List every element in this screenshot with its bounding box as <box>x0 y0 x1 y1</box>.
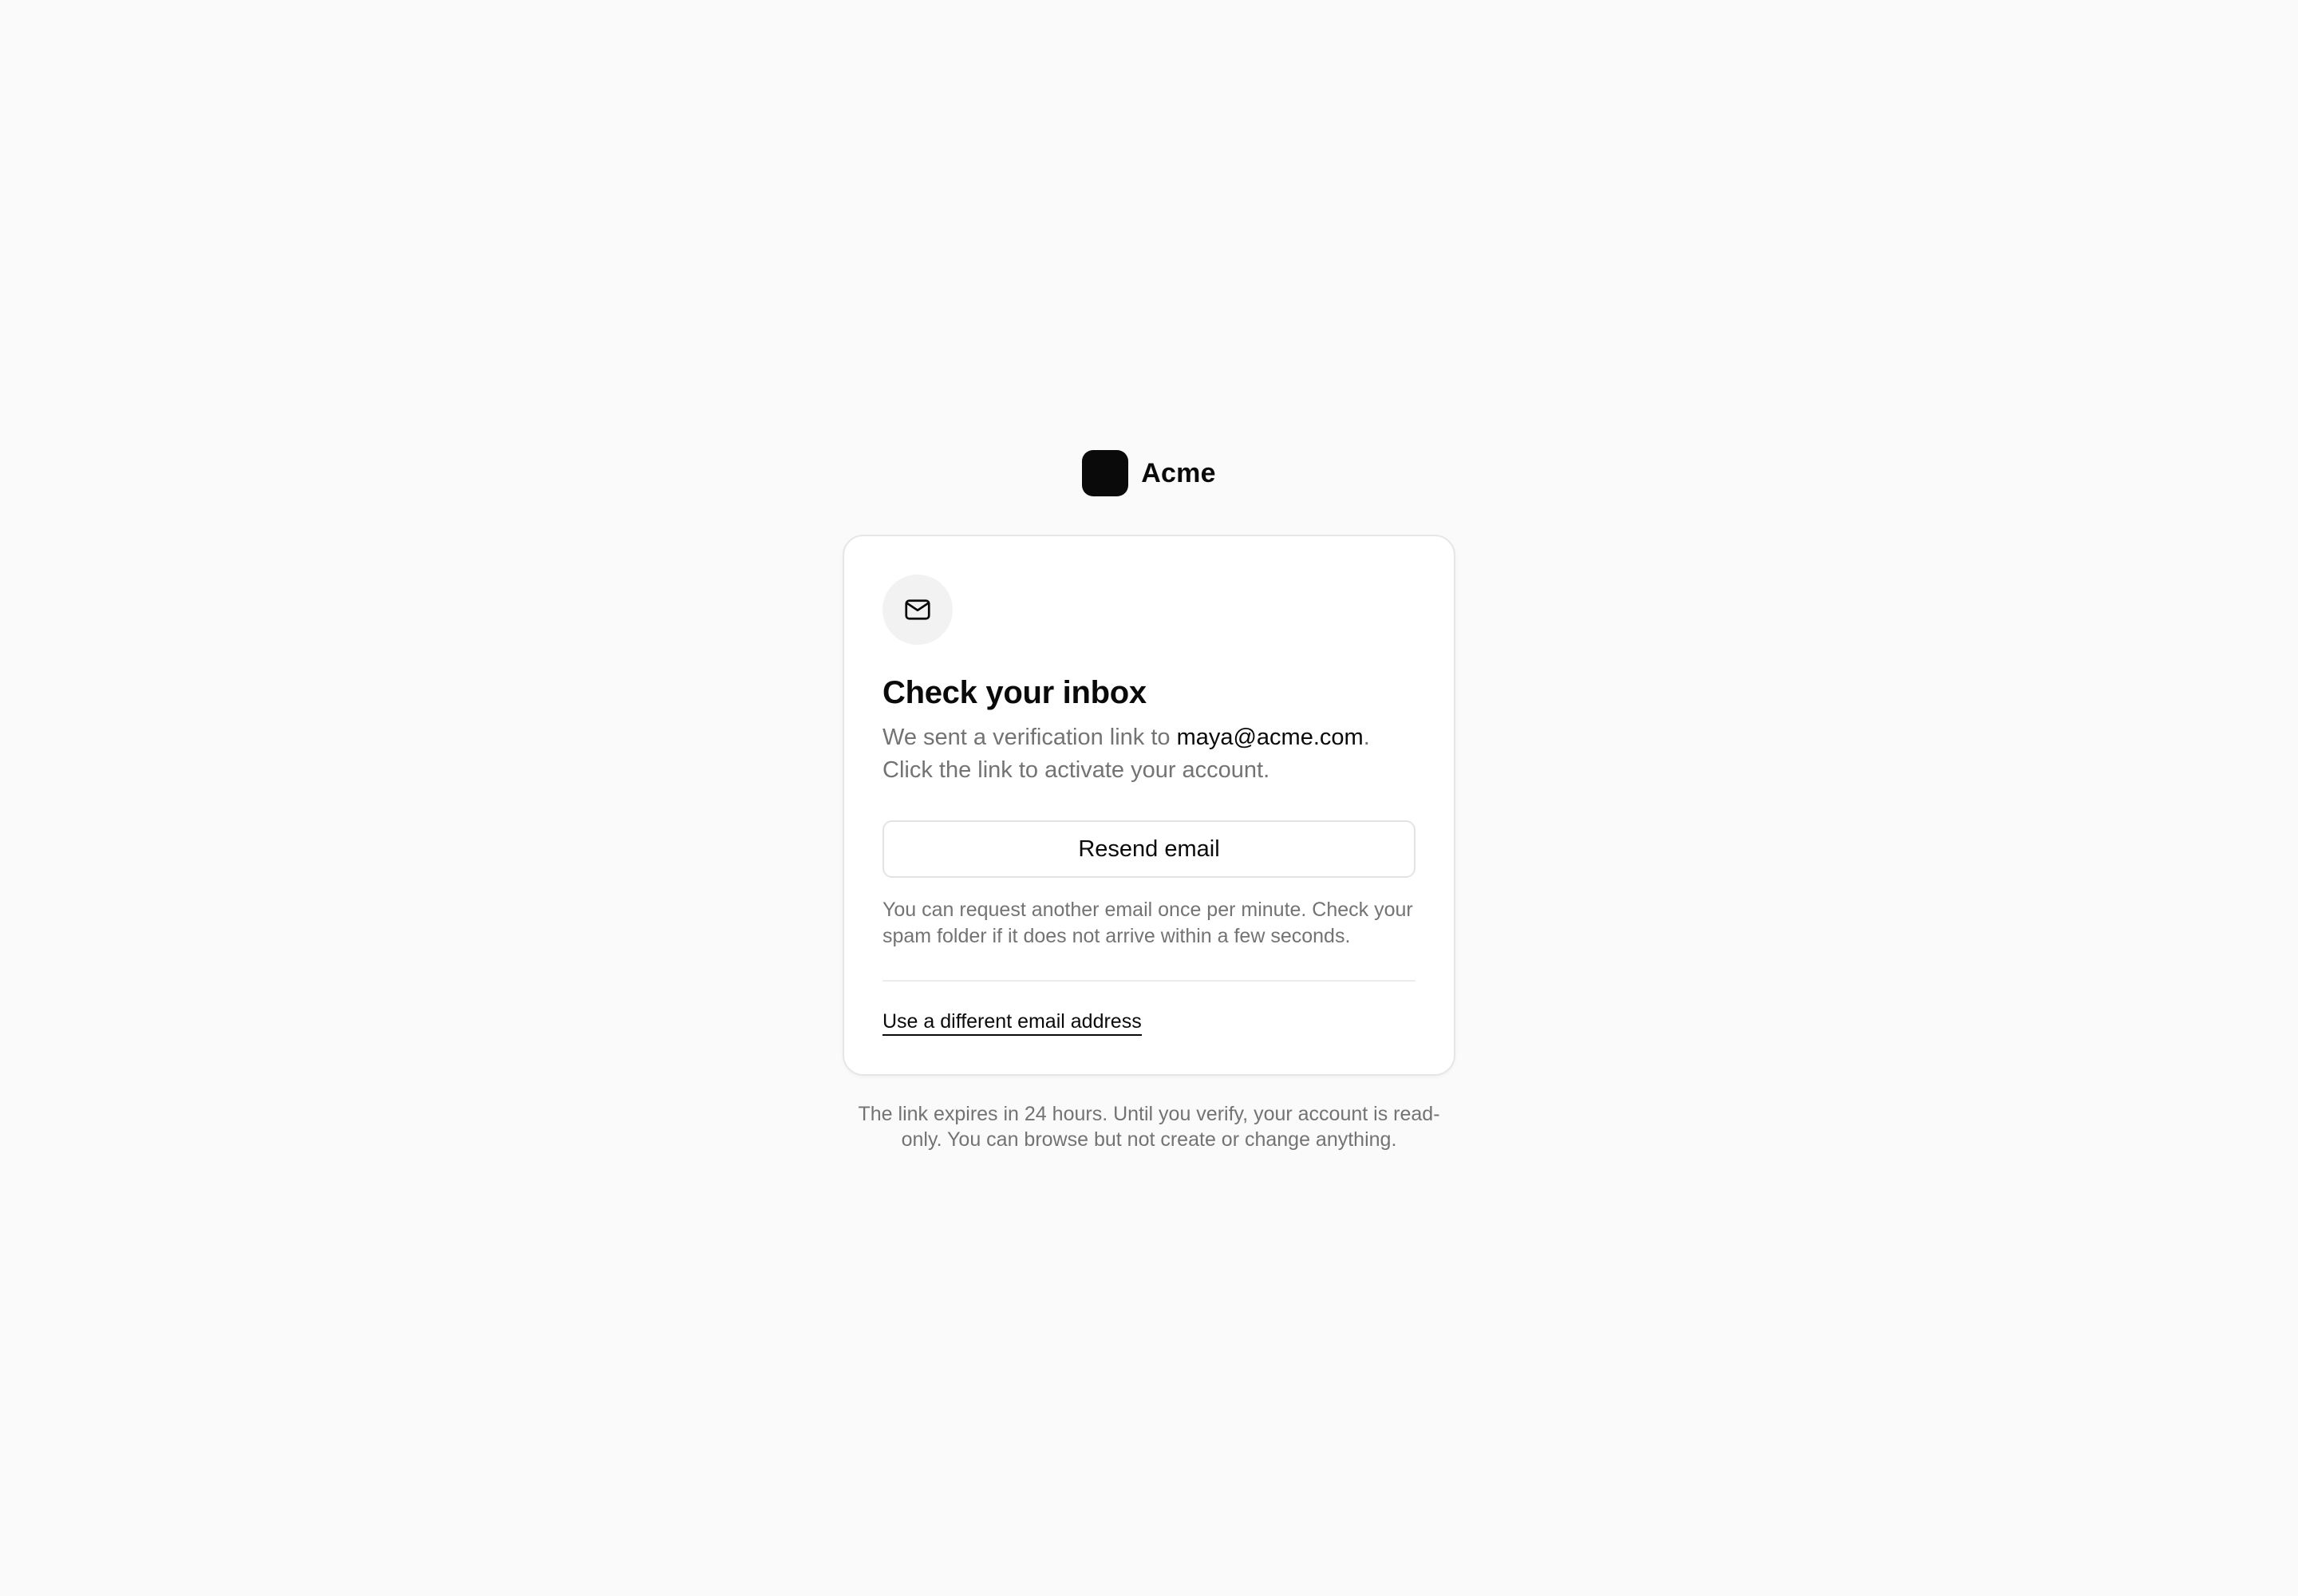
resend-email-button[interactable]: Resend email <box>882 820 1416 878</box>
verification-card: Check your inbox We sent a verification … <box>843 535 1455 1076</box>
divider <box>882 980 1416 982</box>
different-email-link[interactable]: Use a different email address <box>882 1009 1142 1036</box>
email-address: maya@acme.com <box>1176 725 1364 750</box>
verify-email-page: Acme Check your inbox We sent a verifica… <box>843 450 1455 1152</box>
verification-description: We sent a verification link to maya@acme… <box>882 721 1416 787</box>
acme-logo-icon <box>1082 450 1129 496</box>
description-line-2: Click the link to activate your account. <box>882 757 1270 783</box>
description-prefix: We sent a verification link to <box>882 725 1177 750</box>
mail-icon <box>905 599 930 620</box>
expiry-footnote: The link expires in 24 hours. Until you … <box>858 1103 1440 1151</box>
page-title: Check your inbox <box>882 675 1147 710</box>
description-suffix: . <box>1363 725 1370 750</box>
brand-header: Acme <box>843 450 1455 496</box>
resend-hint: You can request another email once per m… <box>882 899 1413 947</box>
mail-icon-badge <box>882 575 953 645</box>
brand-name: Acme <box>1141 457 1216 488</box>
